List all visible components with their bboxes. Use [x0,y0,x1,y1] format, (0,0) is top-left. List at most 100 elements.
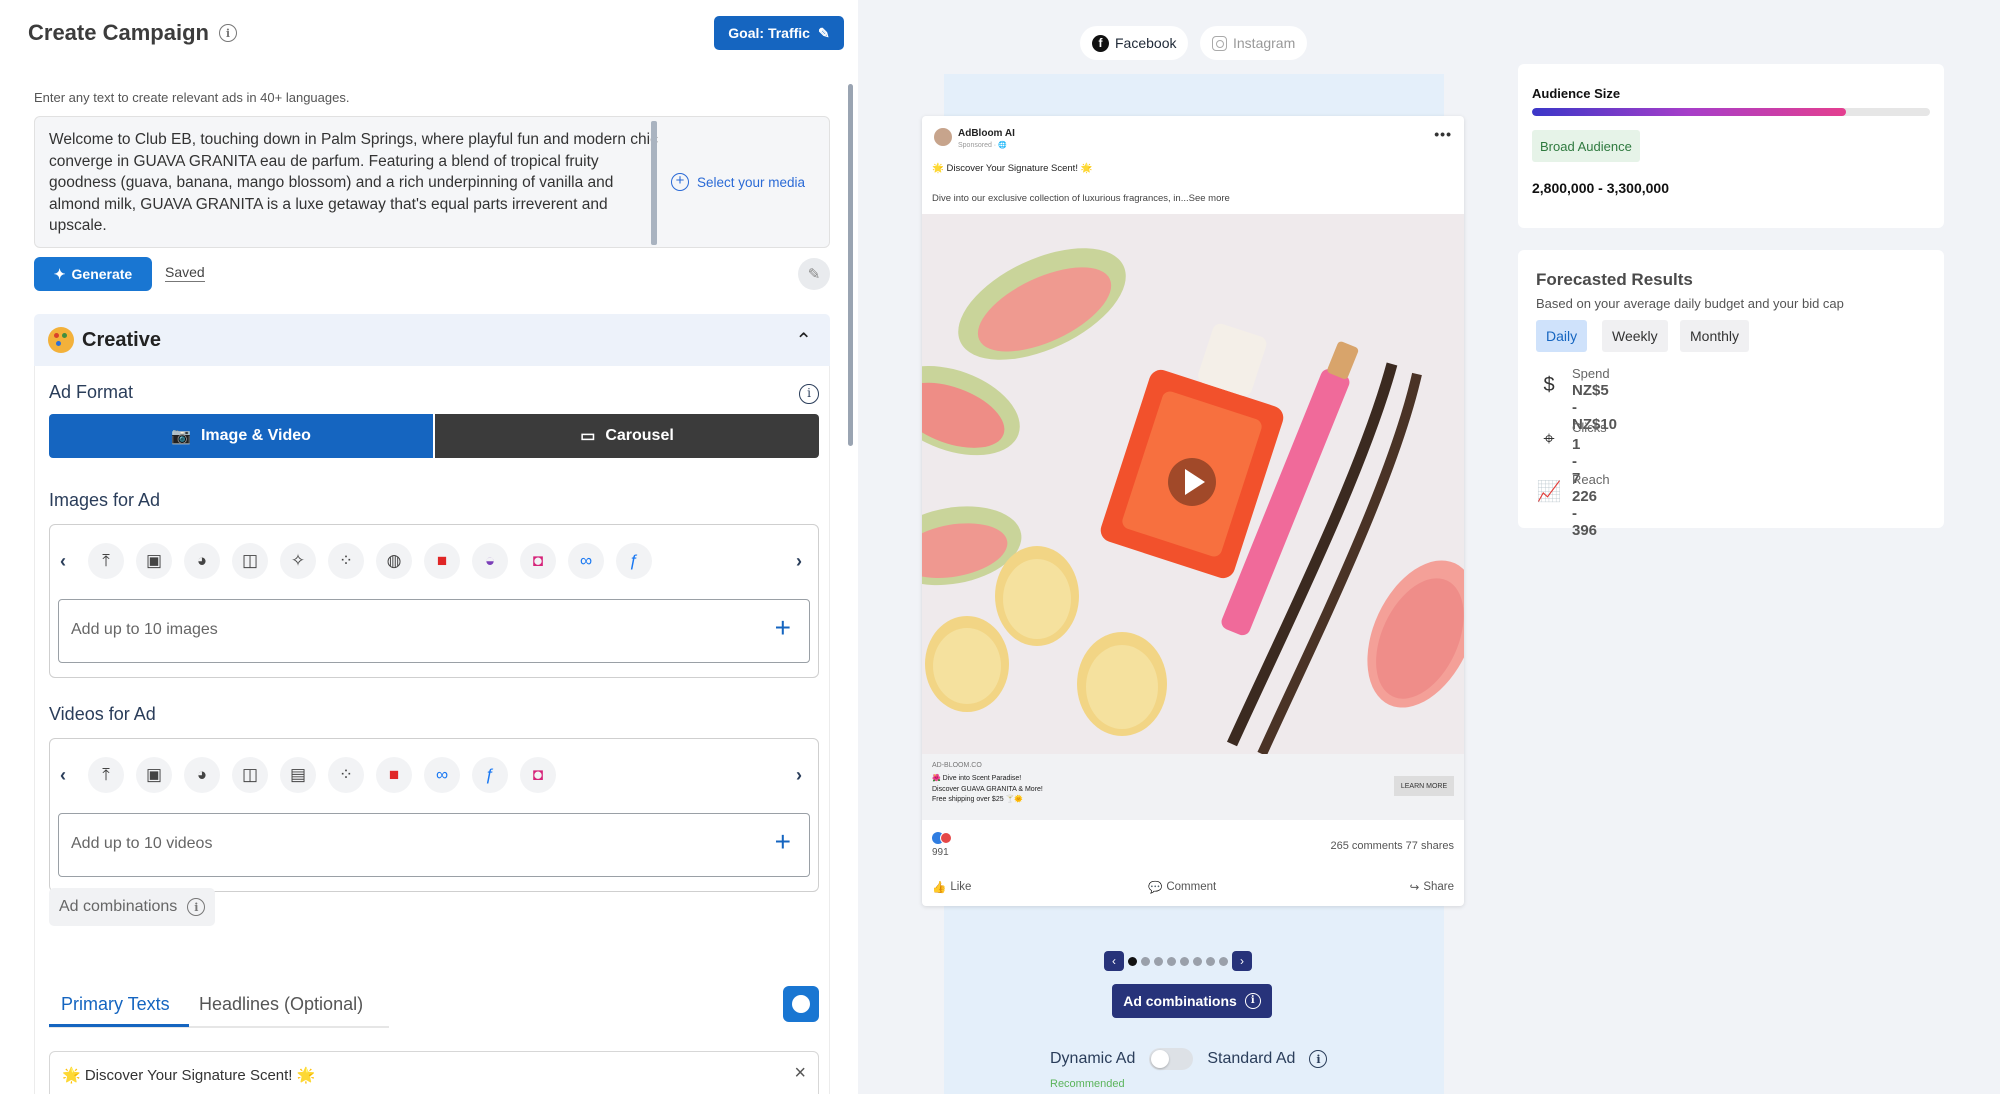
chevron-up-icon[interactable]: ⌃ [795,328,812,353]
carousel-icon: ▭ [580,428,596,445]
facebook-icon[interactable]: ƒ [472,757,508,793]
pager-dot[interactable] [1154,956,1163,966]
ad-type-toggle[interactable] [1149,1048,1194,1070]
video-library-icon[interactable]: ▤ [280,757,316,793]
grid-icon[interactable]: ⁘ [328,543,364,579]
adobe-icon[interactable]: ■ [376,757,412,793]
layout-icon[interactable]: ◫ [232,757,268,793]
grid-icon[interactable]: ⁘ [328,757,364,793]
videos-placeholder: Add up to 10 videos [71,835,213,852]
pencil-icon: ✎ [817,24,830,41]
images-dropzone[interactable]: Add up to 10 images + [58,599,810,663]
canva-icon[interactable]: ◒ [472,543,508,579]
info-icon[interactable]: i [218,24,237,42]
instagram-icon[interactable]: ◘ [520,757,556,793]
tab-daily[interactable]: Daily [1536,320,1588,352]
facebook-tab-label: Facebook [1115,35,1177,51]
meta-icon[interactable]: ∞ [568,543,604,579]
info-icon[interactable]: i [1309,1050,1328,1068]
creative-title-row: Creative [48,327,161,353]
pager-dot[interactable] [1141,956,1150,966]
primary-text-item[interactable]: 🌟 Discover Your Signature Scent! 🌟 × [49,1051,819,1094]
prompt-text[interactable]: Welcome to Club EB, touching down in Pal… [49,129,665,237]
layout-icon[interactable]: ◫ [232,543,268,579]
edit-icon[interactable]: ✎ [798,258,830,290]
magic-wand-icon[interactable]: ✧ [280,543,316,579]
creative-section-header[interactable]: Creative ⌃ [34,314,830,366]
instagram-icon[interactable]: ◘ [520,543,556,579]
more-options-icon[interactable]: ••• [1434,126,1452,142]
select-media-button[interactable]: + Select your media [671,173,805,191]
share-button[interactable]: ↪ Share [1410,880,1454,894]
spend-label: Spend [1572,366,1610,381]
avatar [934,128,952,146]
primary-text-value[interactable]: 🌟 Discover Your Signature Scent! 🌟 [62,1066,315,1084]
pager-dot[interactable] [1128,956,1137,966]
instagram-tab-label: Instagram [1233,35,1296,51]
chevron-left-icon[interactable]: ‹ [1104,951,1124,971]
scrollbar[interactable] [848,84,853,446]
upload-icon[interactable]: ⤒ [88,543,124,579]
learn-more-button[interactable]: LEARN MORE [1394,776,1454,796]
tab-primary-texts[interactable]: Primary Texts [61,994,170,1015]
ad-combinations-chip[interactable]: Ad combinations i [49,888,216,926]
image-icon[interactable]: ▣ [136,757,172,793]
page-name: AdBloom AI [958,128,1015,139]
image-icon[interactable]: ▣ [136,543,172,579]
comment-button[interactable]: 💬 Comment [1148,880,1216,894]
generate-button[interactable]: ✦ Generate [34,257,152,291]
pager-dot[interactable] [1193,956,1202,966]
pager-dot[interactable] [1219,956,1228,966]
close-icon[interactable]: × [794,1062,806,1085]
audience-meter [1532,108,1930,116]
facebook-platform-tab[interactable]: f Facebook [1080,26,1189,60]
chevron-right-icon[interactable]: › [796,551,802,572]
globe-icon[interactable]: ◍ [376,543,412,579]
palette-icon [48,327,74,353]
plus-icon[interactable]: + [775,826,791,858]
ad-combinations-button[interactable]: Ad combinations i [1112,984,1272,1018]
ad-media-image[interactable] [922,214,1464,754]
ad-domain: AD-BLOOM.CO [932,762,982,769]
chevron-left-icon[interactable]: ‹ [60,765,66,786]
chevron-right-icon[interactable]: › [796,765,802,786]
palette-icon [792,995,810,1013]
tab-monthly[interactable]: Monthly [1680,320,1750,352]
prompt-textarea[interactable]: Welcome to Club EB, touching down in Pal… [34,116,830,248]
videos-source-box: ‹ ⤒ ▣ ◕ ◫ ▤ ⁘ ■ ∞ ƒ ◘ › Add up to 10 vid… [49,738,819,892]
dollar-icon: $ [1543,373,1555,396]
goal-button-label: Goal: Traffic [728,25,810,41]
comment-label: Comment [1166,881,1217,893]
comment-icon: 💬 [1148,882,1163,894]
palette-button[interactable] [783,986,819,1022]
tab-headlines[interactable]: Headlines (Optional) [199,994,363,1015]
chevron-left-icon[interactable]: ‹ [60,551,66,572]
upload-icon[interactable]: ⤒ [88,757,124,793]
ad-link-footer[interactable]: AD-BLOOM.CO 🌺 Dive into Scent Paradise! … [922,754,1464,820]
saved-link[interactable]: Saved [165,264,205,282]
adobe-icon[interactable]: ■ [424,543,460,579]
meta-icon[interactable]: ∞ [424,757,460,793]
info-icon[interactable]: i [799,384,819,404]
chevron-right-icon[interactable]: › [1232,951,1252,971]
carousel-format-button[interactable]: ▭ Carousel [433,414,819,458]
info-icon[interactable]: i [187,898,206,916]
like-button[interactable]: 👍 Like [932,880,971,894]
pager-dot[interactable] [1167,956,1176,966]
sponsored-label: Sponsored · 🌐 [958,142,1007,149]
images-source-box: ‹ ⤒ ▣ ◕ ◫ ✧ ⁘ ◍ ■ ◒ ◘ ∞ ƒ › Add up to 10… [49,524,819,678]
plus-icon[interactable]: + [775,612,791,644]
palette-source-icon[interactable]: ◕ [184,757,220,793]
tab-weekly[interactable]: Weekly [1602,320,1668,352]
image-video-format-button[interactable]: 📷 Image & Video [49,414,433,458]
facebook-icon[interactable]: ƒ [616,543,652,579]
goal-button[interactable]: Goal: Traffic ✎ [714,16,844,50]
pager-dot[interactable] [1180,956,1189,966]
audience-meter-fill [1532,108,1847,116]
pager-dot[interactable] [1206,956,1215,966]
cursor-click-icon: ⌖ [1543,427,1555,450]
palette-source-icon[interactable]: ◕ [184,543,220,579]
image-source-row: ‹ ⤒ ▣ ◕ ◫ ✧ ⁘ ◍ ■ ◒ ◘ ∞ ƒ › [58,541,810,581]
instagram-platform-tab[interactable]: Instagram [1200,26,1308,60]
videos-dropzone[interactable]: Add up to 10 videos + [58,813,810,877]
